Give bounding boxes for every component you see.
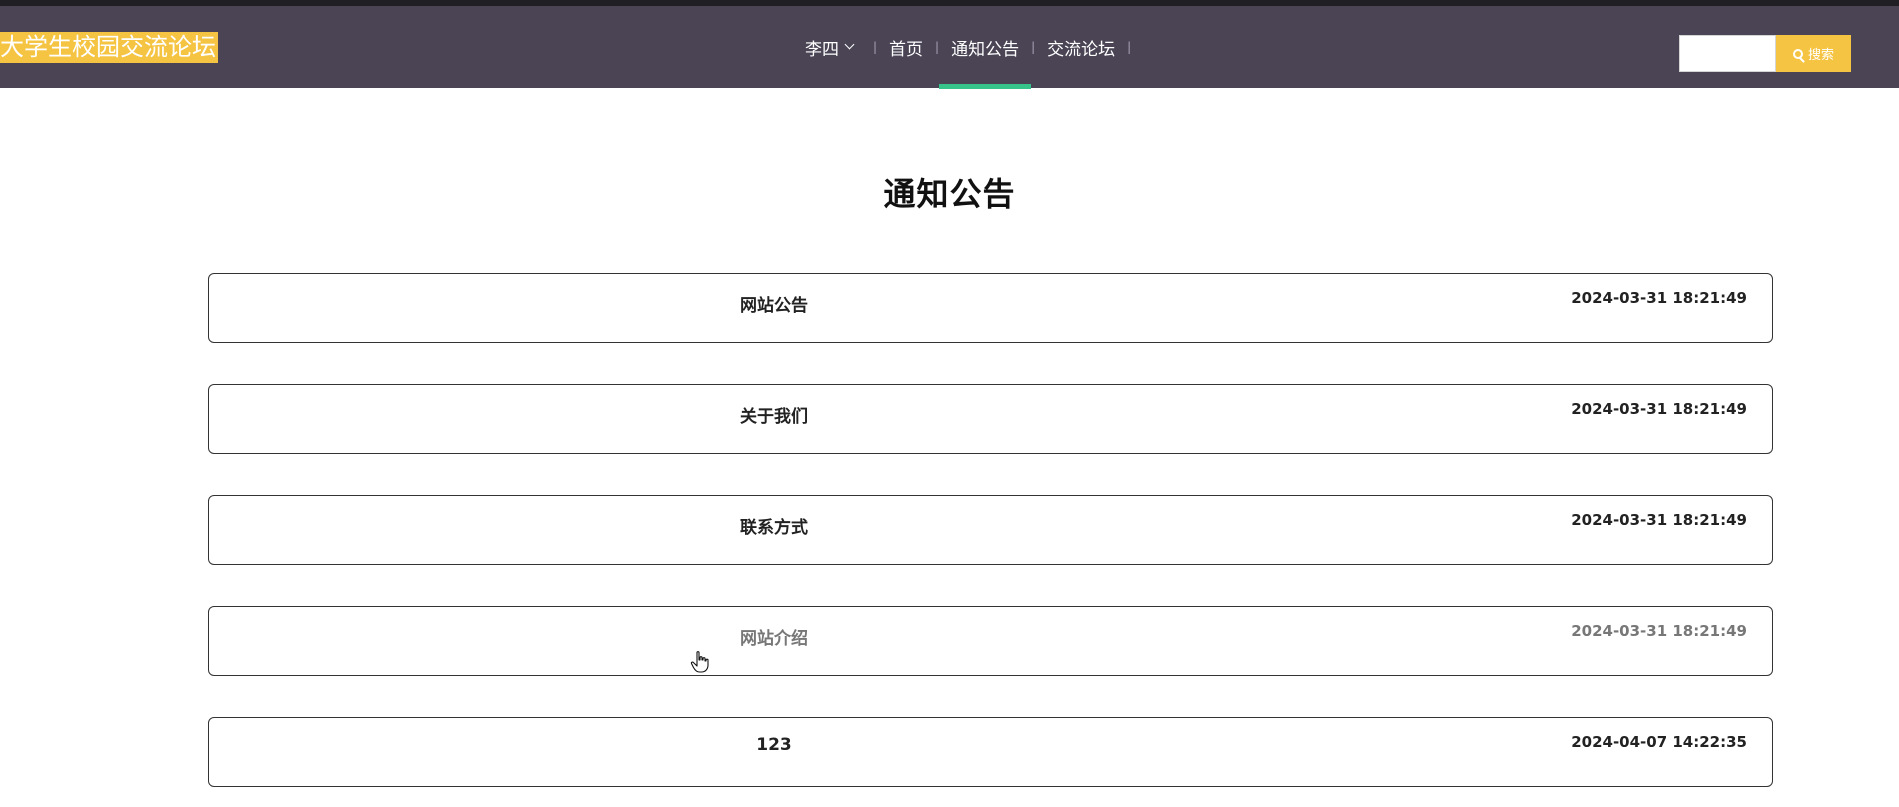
notice-item[interactable]: 网站介绍 2024-03-31 18:21:49 [208, 606, 1773, 676]
main-navigation: 李四 | 首页 | 通知公告 | 交流论坛 | [805, 6, 1143, 89]
notice-title: 关于我们 [740, 407, 808, 427]
notice-title: 联系方式 [740, 518, 808, 538]
notice-time: 2024-03-31 18:21:49 [1571, 511, 1747, 529]
search-icon [1792, 48, 1803, 59]
user-name: 李四 [805, 39, 839, 60]
nav-forum-label: 交流论坛 [1047, 39, 1116, 60]
nav-forum[interactable]: 交流论坛 [1047, 6, 1115, 88]
notice-title: 网站公告 [740, 296, 808, 316]
notice-time: 2024-04-07 14:22:35 [1571, 733, 1747, 751]
nav-home[interactable]: 首页 [889, 6, 923, 88]
nav-notices[interactable]: 通知公告 [939, 6, 1032, 89]
nav-separator: | [1127, 40, 1132, 54]
notice-time: 2024-03-31 18:21:49 [1571, 289, 1747, 307]
search-button[interactable]: 搜索 [1776, 35, 1851, 72]
search-button-label: 搜索 [1807, 48, 1834, 63]
page: 大学生校园交流论坛 李四 | 首页 | 通知公告 | 交流论坛 | 搜索 通知公… [0, 0, 1899, 807]
chevron-down-icon [844, 39, 855, 50]
nav-notices-label: 通知公告 [951, 39, 1020, 60]
user-menu[interactable]: 李四 [805, 6, 855, 88]
notice-time: 2024-03-31 18:21:49 [1571, 622, 1747, 640]
notice-item[interactable]: 关于我们 2024-03-31 18:21:49 [208, 384, 1773, 454]
notice-title: 123 [756, 735, 792, 755]
page-title: 通知公告 [883, 175, 1016, 214]
search-bar: 搜索 [1679, 35, 1851, 72]
navbar: 大学生校园交流论坛 李四 | 首页 | 通知公告 | 交流论坛 | 搜索 [0, 6, 1899, 89]
nav-separator: | [873, 40, 878, 54]
nav-separator: | [1031, 40, 1036, 54]
notice-title: 网站介绍 [740, 629, 808, 649]
search-input[interactable] [1679, 35, 1776, 72]
site-title[interactable]: 大学生校园交流论坛 [0, 32, 218, 63]
notice-item[interactable]: 123 2024-04-07 14:22:35 [208, 717, 1773, 787]
nav-separator: | [935, 40, 940, 54]
notice-item[interactable]: 网站公告 2024-03-31 18:21:49 [208, 273, 1773, 343]
notice-item[interactable]: 联系方式 2024-03-31 18:21:49 [208, 495, 1773, 565]
nav-home-label: 首页 [889, 39, 924, 60]
notice-list: 网站公告 2024-03-31 18:21:49 关于我们 2024-03-31… [208, 273, 1773, 807]
notice-time: 2024-03-31 18:21:49 [1571, 400, 1747, 418]
